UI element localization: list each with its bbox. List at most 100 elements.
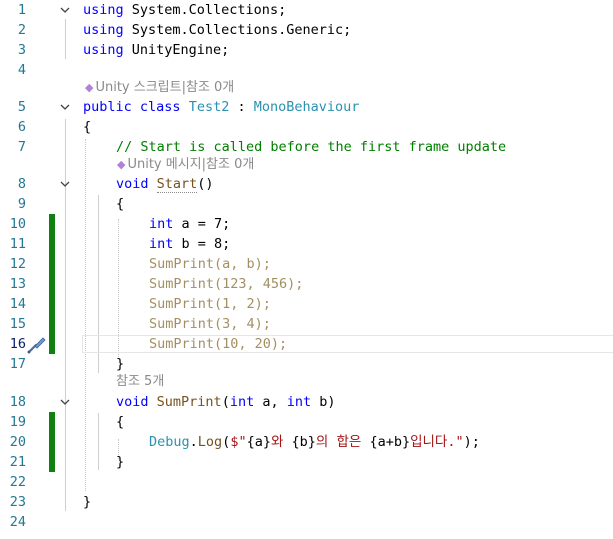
codelens-sumprint-refs[interactable]: 참조 5개 — [116, 373, 164, 391]
code-text: { — [116, 196, 125, 212]
code-text: ); — [463, 434, 480, 450]
code-text: . — [189, 434, 198, 450]
keyword: void — [116, 176, 149, 192]
line-number: 11 — [9, 236, 26, 252]
codelens-row: ◆ Unity 스크립트|참조 0개 — [0, 78, 613, 98]
keyword: int — [149, 216, 174, 232]
code-line[interactable]: 9 { — [0, 194, 613, 214]
change-bar — [49, 334, 55, 354]
code-line[interactable]: 15 SumPrint(3, 4); — [0, 314, 613, 334]
code-text: { — [116, 414, 125, 430]
line-number: 19 — [9, 414, 26, 430]
code-line[interactable]: 14 SumPrint(1, 2); — [0, 294, 613, 314]
code-text: a = 7; — [173, 216, 231, 232]
change-bar — [49, 432, 55, 452]
codelens-class-refs[interactable]: ◆ Unity 스크립트|참조 0개 — [85, 79, 234, 97]
line-number: 12 — [9, 256, 26, 272]
line-number: 1 — [17, 2, 26, 18]
keyword: using — [83, 2, 124, 18]
method-call: SumPrint — [149, 296, 215, 312]
class-name: Test2 — [188, 99, 230, 115]
code-text: (10, 20); — [214, 336, 288, 352]
string-literal: 입니다." — [410, 434, 464, 450]
method-call: SumPrint — [149, 316, 215, 332]
code-text: a, — [254, 394, 287, 410]
line-number: 9 — [17, 196, 26, 212]
method-call: SumPrint — [149, 256, 215, 272]
code-line[interactable]: 4 — [0, 60, 613, 80]
chevron-down-icon[interactable] — [59, 101, 71, 113]
change-bar — [49, 412, 55, 432]
line-number: 2 — [17, 22, 26, 38]
change-bar — [49, 234, 55, 254]
code-line[interactable]: 20 Debug.Log($"{a}와 {b}의 합은 {a+b}입니다."); — [0, 432, 613, 452]
chevron-down-icon[interactable] — [59, 178, 71, 190]
line-number: 8 — [17, 176, 26, 192]
keyword: using — [83, 22, 124, 38]
code-text: } — [116, 356, 125, 372]
line-number: 7 — [17, 139, 26, 155]
line-number: 24 — [9, 514, 26, 530]
code-line[interactable]: 11 int b = 8; — [0, 234, 613, 254]
change-bar — [49, 314, 55, 334]
line-number: 18 — [9, 394, 26, 410]
code-text: UnityEngine; — [123, 42, 230, 58]
code-line[interactable]: 23 } — [0, 492, 613, 512]
code-text: (1, 2); — [214, 296, 271, 312]
class-name: Debug — [149, 434, 190, 450]
change-bar — [49, 214, 55, 234]
codelens-start-refs[interactable]: ◆ Unity 메시지|참조 0개 — [117, 156, 254, 174]
codelens-row: 참조 5개 — [0, 372, 613, 392]
code-text: } — [116, 454, 125, 470]
code-text: () — [197, 176, 214, 192]
code-line[interactable]: 17 } — [0, 354, 613, 374]
line-number: 10 — [9, 216, 26, 232]
chevron-down-icon[interactable] — [59, 396, 71, 408]
code-line[interactable]: 7 // Start is called before the first fr… — [0, 137, 613, 157]
code-editor[interactable]: 1 using System.Collections; 2 using Syst… — [0, 0, 613, 539]
code-text: } — [83, 494, 92, 510]
interpolation: {a+b} — [369, 434, 411, 450]
line-number: 16 — [9, 336, 26, 352]
code-line[interactable]: 2 using System.Collections.Generic; — [0, 20, 613, 40]
codelens-text: Unity 메시지|참조 0개 — [127, 157, 255, 172]
keyword: class — [139, 99, 181, 115]
code-line[interactable]: 5 public class Test2 : MonoBehaviour — [0, 97, 613, 117]
code-line[interactable]: 1 using System.Collections; — [0, 0, 613, 20]
code-line[interactable]: 13 SumPrint(123, 456); — [0, 274, 613, 294]
method-call: Log — [197, 434, 223, 450]
code-line[interactable]: 21 } — [0, 452, 613, 472]
code-line[interactable]: 22 — [0, 472, 613, 492]
code-line[interactable]: 12 SumPrint(a, b); — [0, 254, 613, 274]
interpolation: {b} — [291, 434, 316, 450]
code-line[interactable]: 18 void SumPrint(int a, int b) — [0, 392, 613, 412]
keyword: int — [149, 236, 174, 252]
keyword: public — [83, 99, 132, 115]
chevron-down-icon[interactable] — [59, 4, 71, 16]
line-number: 23 — [9, 494, 26, 510]
code-line[interactable]: 19 { — [0, 412, 613, 432]
line-number: 13 — [9, 276, 26, 292]
code-line[interactable]: 8 void Start() — [0, 174, 613, 194]
code-line[interactable]: 6 { — [0, 117, 613, 137]
change-bar — [49, 274, 55, 294]
method-name: SumPrint — [156, 394, 222, 410]
line-number: 20 — [9, 434, 26, 450]
code-text: { — [83, 119, 92, 135]
screwdriver-icon[interactable] — [26, 335, 48, 355]
code-line[interactable]: 10 int a = 7; — [0, 214, 613, 234]
code-text: : — [229, 99, 254, 115]
code-text: (a, b); — [214, 256, 271, 272]
interpolation: {a} — [246, 434, 271, 450]
unity-icon: ◆ — [85, 81, 94, 94]
codelens-row: ◆ Unity 메시지|참조 0개 — [0, 155, 613, 175]
base-class: MonoBehaviour — [253, 99, 360, 115]
line-number: 22 — [9, 474, 26, 490]
line-number: 5 — [17, 99, 26, 115]
code-line[interactable]: 16 SumPrint(10, 20); — [0, 334, 613, 354]
code-text: b) — [311, 394, 336, 410]
code-line[interactable]: 3 using UnityEngine; — [0, 40, 613, 60]
method-call: SumPrint — [149, 276, 215, 292]
method-name[interactable]: Start — [156, 176, 198, 193]
code-line[interactable]: 24 — [0, 512, 613, 532]
